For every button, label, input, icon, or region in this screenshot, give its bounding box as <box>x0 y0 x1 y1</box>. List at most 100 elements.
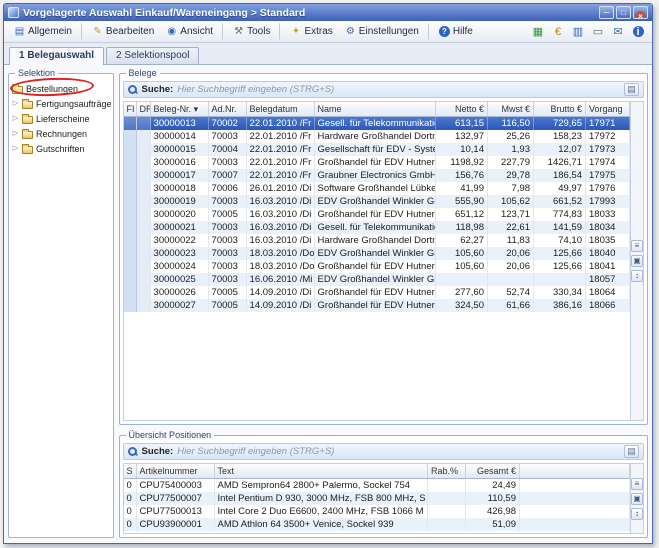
belege-column-options-button[interactable]: ▤ <box>624 83 639 96</box>
tree-item-gutschriften[interactable]: Gutschriften <box>12 142 112 155</box>
cell-text: Intel Core 2 Duo E6600, 2400 MHz, FSB 10… <box>215 505 428 518</box>
cell-rabatt <box>428 505 466 518</box>
maximize-button[interactable]: □ <box>616 6 631 19</box>
cell-mwst: 52,74 <box>488 286 534 299</box>
positionen-column-options-button[interactable]: ▤ <box>624 445 639 458</box>
cell-s: 0 <box>124 479 137 492</box>
cell-belegdatum: 16.03.2010 /Di <box>247 221 315 234</box>
position-row[interactable]: 0 CPU75400003 AMD Sempron64 2800+ Palerm… <box>124 479 630 492</box>
cell-artikelnummer: CPU77500007 <box>137 492 215 505</box>
cell-name: Gesellschaft für EDV - Systeme <box>315 143 436 156</box>
monitor-button[interactable]: ▭ <box>590 24 606 40</box>
column-header[interactable]: Mwst € <box>488 102 534 116</box>
rail-grid-button[interactable]: ▣ <box>631 255 643 267</box>
column-header[interactable]: FI <box>124 102 137 116</box>
rail-list-button[interactable]: ≡ <box>631 240 643 252</box>
positionen-search-input[interactable] <box>177 446 620 457</box>
column-header[interactable]: Vorgang <box>586 102 630 116</box>
Großhandel für EDV Hutner[interactable]: 30000016 70003 22.01.2010 /Fr Großhandel… <box>124 156 630 169</box>
column-header[interactable]: Belegdatum <box>247 102 315 116</box>
position-row[interactable]: 0 CPU77500007 Intel Pentium D 930, 3000 … <box>124 492 630 505</box>
tree-item-bestellungen[interactable]: Bestellungen <box>12 82 112 95</box>
package-button[interactable]: ▦ <box>530 24 546 40</box>
tree-item-rechnungen[interactable]: Rechnungen <box>12 127 112 140</box>
menu-tools[interactable]: ⚒Tools <box>227 23 280 40</box>
EDV Großhandel Winkler GmbH[interactable]: 30000023 70003 18.03.2010 /Do EDV Großha… <box>124 247 630 260</box>
cell-belegdatum: 26.01.2010 /Di <box>247 182 315 195</box>
Hardware Großhandel Dortmund[interactable]: 30000014 70003 22.01.2010 /Fr Hardware G… <box>124 130 630 143</box>
Gesellschaft für EDV - Systeme[interactable]: 30000015 70004 22.01.2010 /Fr Gesellscha… <box>124 143 630 156</box>
column-header[interactable]: Name <box>315 102 436 116</box>
Graubner Electronics GmbH[interactable]: 30000017 70007 22.01.2010 /Fr Graubner E… <box>124 169 630 182</box>
cell-beleg-nr: 30000023 <box>151 247 209 260</box>
column-header[interactable]: DR <box>137 102 151 116</box>
window-title: Vorgelagerte Auswahl Einkauf/Wareneingan… <box>23 7 595 19</box>
positionen-panel-title: Übersicht Positionen <box>126 430 215 440</box>
cell-dr <box>137 234 151 247</box>
list-icon: ≡ <box>635 241 640 250</box>
cell-name: Gesell. für Telekommunikation <box>315 117 436 130</box>
column-header[interactable]: Artikelnummer <box>137 464 215 478</box>
EDV Großhandel Winkler GmbH[interactable]: 30000019 70003 16.03.2010 /Di EDV Großha… <box>124 195 630 208</box>
chart-button[interactable]: ▥ <box>570 24 586 40</box>
Großhandel für EDV Hutner[interactable]: 30000026 70005 14.09.2010 /Di Großhandel… <box>124 286 630 299</box>
position-row[interactable]: 0 CPU77500013 Intel Core 2 Duo E6600, 24… <box>124 505 630 518</box>
tree-item-lieferscheine[interactable]: Lieferscheine <box>12 112 112 125</box>
cell-belegdatum: 22.01.2010 /Fr <box>247 117 315 130</box>
column-header[interactable]: S <box>124 464 137 478</box>
column-header[interactable]: Ad.Nr. <box>209 102 247 116</box>
tab-belegauswahl[interactable]: 1 Belegauswahl <box>9 47 104 65</box>
column-header[interactable]: Brutto € <box>534 102 586 116</box>
info-button[interactable]: i <box>630 24 646 40</box>
Hardware Großhandel Dortmund[interactable]: 30000022 70003 16.03.2010 /Di Hardware G… <box>124 234 630 247</box>
expander-icon[interactable] <box>12 97 19 110</box>
cell-netto: 613,15 <box>436 117 488 130</box>
menu-extras[interactable]: ✦Extras <box>284 23 338 40</box>
tab-selektionspool[interactable]: 2 Selektionspool <box>106 47 199 64</box>
expander-icon[interactable] <box>12 127 19 140</box>
menu-ansicht[interactable]: ◉Ansicht <box>160 23 223 40</box>
cell-mwst: 22,61 <box>488 221 534 234</box>
toolbar-label: Einstellungen <box>359 26 419 37</box>
EDV Großhandel Winkler GmbH[interactable]: 30000025 70003 16.06.2010 /Mi EDV Großha… <box>124 273 630 286</box>
column-header[interactable]: Beleg-Nr. ▾ <box>151 102 209 116</box>
expander-icon[interactable] <box>12 112 19 125</box>
cell-mwst: 20,06 <box>488 260 534 273</box>
Großhandel für EDV Hutner[interactable]: 30000020 70005 16.03.2010 /Di Großhandel… <box>124 208 630 221</box>
belege-search-input[interactable] <box>177 84 620 95</box>
column-header[interactable]: Text <box>215 464 428 478</box>
cell-ad-nr: 70006 <box>209 182 247 195</box>
menu-einstellungen[interactable]: ⚙Einstellungen <box>339 23 429 40</box>
cell-name: Software Großhandel Lübke AG <box>315 182 436 195</box>
Großhandel für EDV Hutner[interactable]: 30000024 70003 18.03.2010 /Do Großhandel… <box>124 260 630 273</box>
Software Großhandel Lübke AG[interactable]: 30000018 70006 26.01.2010 /Di Software G… <box>124 182 630 195</box>
rail-grid-button[interactable]: ▣ <box>631 493 643 505</box>
cell-vorgang: 18035 <box>586 234 630 247</box>
Gesell. für Telekommunikation[interactable]: 30000013 70002 22.01.2010 /Fr Gesell. fü… <box>124 117 630 130</box>
cell-brutto: 186,54 <box>534 169 586 182</box>
menu-hilfe[interactable]: ?Hilfe <box>433 23 479 40</box>
Großhandel für EDV Hutner[interactable]: 30000027 70005 14.09.2010 /Di Großhandel… <box>124 299 630 312</box>
Gesell. für Telekommunikation[interactable]: 30000021 70003 16.03.2010 /Di Gesell. fü… <box>124 221 630 234</box>
cell-fi <box>124 195 137 208</box>
column-header[interactable]: Netto € <box>436 102 488 116</box>
expander-icon[interactable] <box>12 142 19 155</box>
rail-list-button[interactable]: ≡ <box>631 478 643 490</box>
rail-sort-button[interactable]: ↕ <box>631 270 643 282</box>
minimize-button[interactable]: ─ <box>599 6 614 19</box>
position-row[interactable]: 0 CPU93900001 AMD Athlon 64 3500+ Venice… <box>124 518 630 531</box>
column-header[interactable] <box>520 464 630 478</box>
cell-brutto: 729,65 <box>534 117 586 130</box>
euro-button[interactable]: € <box>550 24 566 40</box>
mail-button[interactable]: ✉ <box>610 24 626 40</box>
column-header[interactable]: Gesamt € <box>466 464 520 478</box>
menu-allgemein[interactable]: ▤Allgemein <box>8 23 82 40</box>
rail-sort-button[interactable]: ↕ <box>631 508 643 520</box>
view-icon: ◉ <box>166 26 177 37</box>
column-header[interactable]: Rab.% <box>428 464 466 478</box>
tree-item-fertigungsauftraege[interactable]: Fertigungsaufträge <box>12 97 112 110</box>
close-button[interactable]: × <box>633 6 648 19</box>
cell-mwst: 20,06 <box>488 247 534 260</box>
selektion-panel: Selektion Bestellungen Fertigungsaufträg… <box>8 73 114 538</box>
menu-bearbeiten[interactable]: ✎Bearbeiten <box>86 23 160 40</box>
